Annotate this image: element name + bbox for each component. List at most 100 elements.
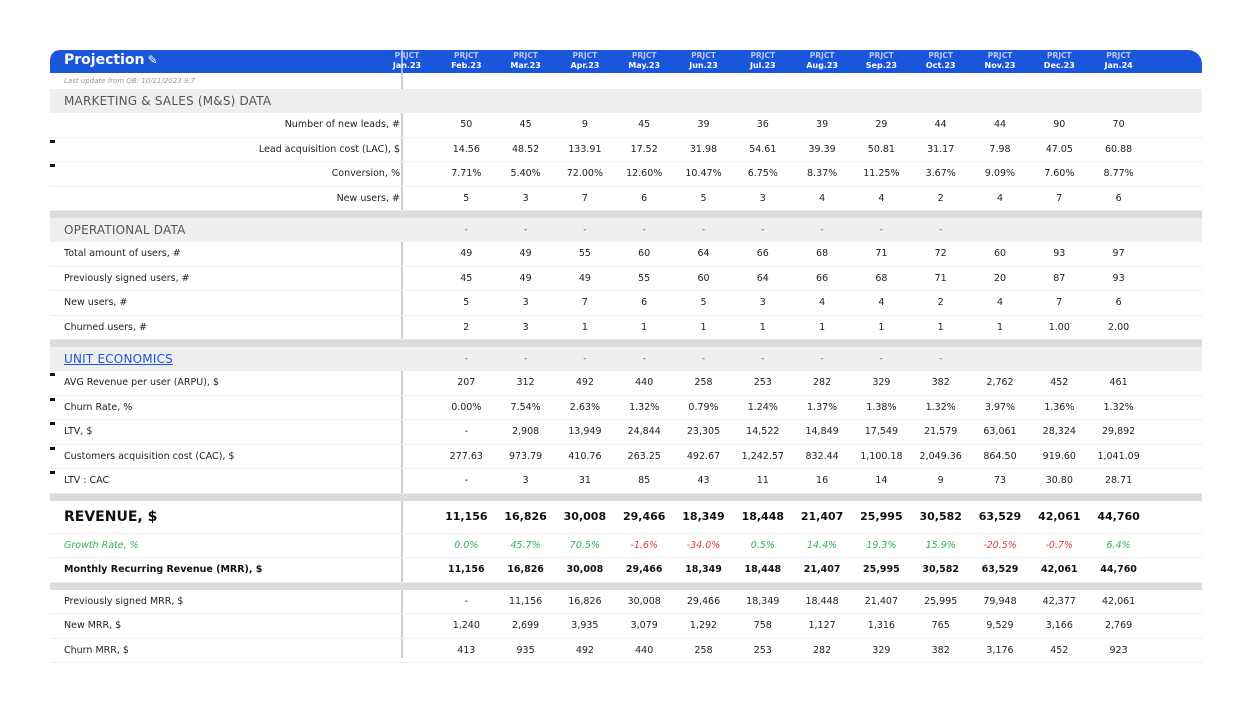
month-header[interactable]: PRJCT Jan.24 — [1091, 51, 1147, 71]
cell-value[interactable]: 4 — [972, 187, 1028, 211]
cell-value[interactable]: 7.71% — [438, 162, 494, 186]
cell-value[interactable]: - — [913, 218, 969, 242]
cell-value[interactable]: 413 — [438, 639, 494, 663]
cell-value[interactable]: 16 — [794, 469, 850, 493]
cell-value[interactable]: 68 — [794, 242, 850, 266]
cell-value[interactable]: 54.61 — [735, 138, 791, 162]
cell-value[interactable]: 410.76 — [557, 445, 613, 469]
cell-value[interactable]: 21,579 — [913, 420, 969, 444]
cell-value[interactable]: 17,549 — [853, 420, 909, 444]
cell-value[interactable]: 3 — [735, 187, 791, 211]
cell-value[interactable]: - — [616, 218, 672, 242]
cell-value[interactable]: 1,041.09 — [1091, 445, 1147, 469]
cell-value[interactable]: 4 — [853, 187, 909, 211]
cell-value[interactable]: 39 — [676, 113, 732, 137]
cell-value[interactable]: 832.44 — [794, 445, 850, 469]
cell-value[interactable]: 1,100.18 — [853, 445, 909, 469]
cell-value[interactable]: 13,949 — [557, 420, 613, 444]
cell-value[interactable]: 3.67% — [913, 162, 969, 186]
unit-economics-link[interactable]: UNIT ECONOMICS — [64, 347, 173, 371]
cell-value[interactable]: 50.81 — [853, 138, 909, 162]
cell-value[interactable]: - — [438, 420, 494, 444]
cell-value[interactable]: 3,079 — [616, 614, 672, 638]
cell-value[interactable]: 45 — [498, 113, 554, 137]
cell-value[interactable]: 47.05 — [1031, 138, 1087, 162]
cell-value[interactable]: - — [438, 347, 494, 371]
cell-value[interactable]: 14,849 — [794, 420, 850, 444]
cell-value[interactable]: 1.32% — [913, 396, 969, 420]
cell-value[interactable]: 7.60% — [1031, 162, 1087, 186]
cell-value[interactable]: 3 — [498, 316, 554, 340]
cell-value[interactable]: 48.52 — [498, 138, 554, 162]
cell-value[interactable]: 93 — [1091, 267, 1147, 291]
cell-value[interactable]: 1,240 — [438, 614, 494, 638]
cell-value[interactable]: 919.60 — [1031, 445, 1087, 469]
cell-value[interactable]: 21,407 — [794, 501, 850, 533]
cell-value[interactable]: 6 — [616, 291, 672, 315]
cell-value[interactable]: 9,529 — [972, 614, 1028, 638]
cell-value[interactable]: 71 — [853, 242, 909, 266]
cell-value[interactable]: - — [735, 347, 791, 371]
cell-value[interactable]: 11 — [735, 469, 791, 493]
cell-value[interactable]: 2 — [438, 316, 494, 340]
cell-value[interactable]: 39 — [794, 113, 850, 137]
cell-value[interactable]: 70 — [1091, 113, 1147, 137]
cell-value[interactable]: 1 — [794, 316, 850, 340]
cell-value[interactable] — [1091, 347, 1147, 371]
cell-value[interactable]: 63,529 — [972, 558, 1028, 582]
cell-value[interactable]: 29,466 — [616, 558, 672, 582]
cell-value[interactable]: 6.75% — [735, 162, 791, 186]
cell-value[interactable]: 72 — [913, 242, 969, 266]
cell-value[interactable]: 11,156 — [438, 501, 494, 533]
cell-value[interactable]: 16,826 — [498, 558, 554, 582]
cell-value[interactable]: 1 — [557, 316, 613, 340]
cell-value[interactable]: 1.00 — [1031, 316, 1087, 340]
cell-value[interactable]: 66 — [735, 242, 791, 266]
cell-value[interactable]: 18,448 — [735, 558, 791, 582]
cell-value[interactable]: 24,844 — [616, 420, 672, 444]
cell-value[interactable]: 64 — [735, 267, 791, 291]
cell-value[interactable]: 29 — [853, 113, 909, 137]
cell-value[interactable]: 66 — [794, 267, 850, 291]
cell-value[interactable]: 60 — [972, 242, 1028, 266]
cell-value[interactable] — [1031, 347, 1087, 371]
month-header[interactable]: PRJCT Apr.23 — [557, 51, 613, 71]
cell-value[interactable]: - — [676, 218, 732, 242]
cell-value[interactable] — [1091, 218, 1147, 242]
cell-value[interactable]: 29,466 — [616, 501, 672, 533]
cell-value[interactable]: 3 — [498, 291, 554, 315]
cell-value[interactable]: - — [735, 218, 791, 242]
cell-value[interactable]: 1 — [972, 316, 1028, 340]
cell-value[interactable] — [972, 347, 1028, 371]
cell-value[interactable]: 44,760 — [1091, 558, 1147, 582]
cell-value[interactable]: - — [913, 347, 969, 371]
cell-value[interactable]: 282 — [794, 371, 850, 395]
month-header[interactable]: PRJCT Sep.23 — [853, 51, 909, 71]
month-header[interactable]: PRJCT Mar.23 — [498, 51, 554, 71]
cell-value[interactable]: 18,349 — [735, 590, 791, 614]
cell-value[interactable]: 1 — [616, 316, 672, 340]
cell-value[interactable]: 935 — [498, 639, 554, 663]
cell-value[interactable]: 30.80 — [1031, 469, 1087, 493]
cell-value[interactable]: 329 — [853, 639, 909, 663]
cell-value[interactable]: 29,466 — [676, 590, 732, 614]
cell-value[interactable]: 1 — [676, 316, 732, 340]
month-header[interactable]: PRJCT May.23 — [616, 51, 672, 71]
cell-value[interactable]: 1,242.57 — [735, 445, 791, 469]
cell-value[interactable]: 133.91 — [557, 138, 613, 162]
cell-value[interactable]: 31 — [557, 469, 613, 493]
cell-value[interactable]: 1.36% — [1031, 396, 1087, 420]
cell-value[interactable]: 3 — [498, 469, 554, 493]
cell-value[interactable]: 4 — [972, 291, 1028, 315]
cell-value[interactable]: - — [438, 218, 494, 242]
cell-value[interactable]: 263.25 — [616, 445, 672, 469]
cell-value[interactable]: 7 — [557, 187, 613, 211]
cell-value[interactable]: 5 — [438, 187, 494, 211]
cell-value[interactable]: 12.60% — [616, 162, 672, 186]
cell-value[interactable]: 45 — [616, 113, 672, 137]
cell-value[interactable]: 9 — [913, 469, 969, 493]
cell-value[interactable]: 258 — [676, 371, 732, 395]
cell-value[interactable]: - — [616, 347, 672, 371]
cell-value[interactable]: - — [498, 347, 554, 371]
cell-value[interactable]: 43 — [676, 469, 732, 493]
